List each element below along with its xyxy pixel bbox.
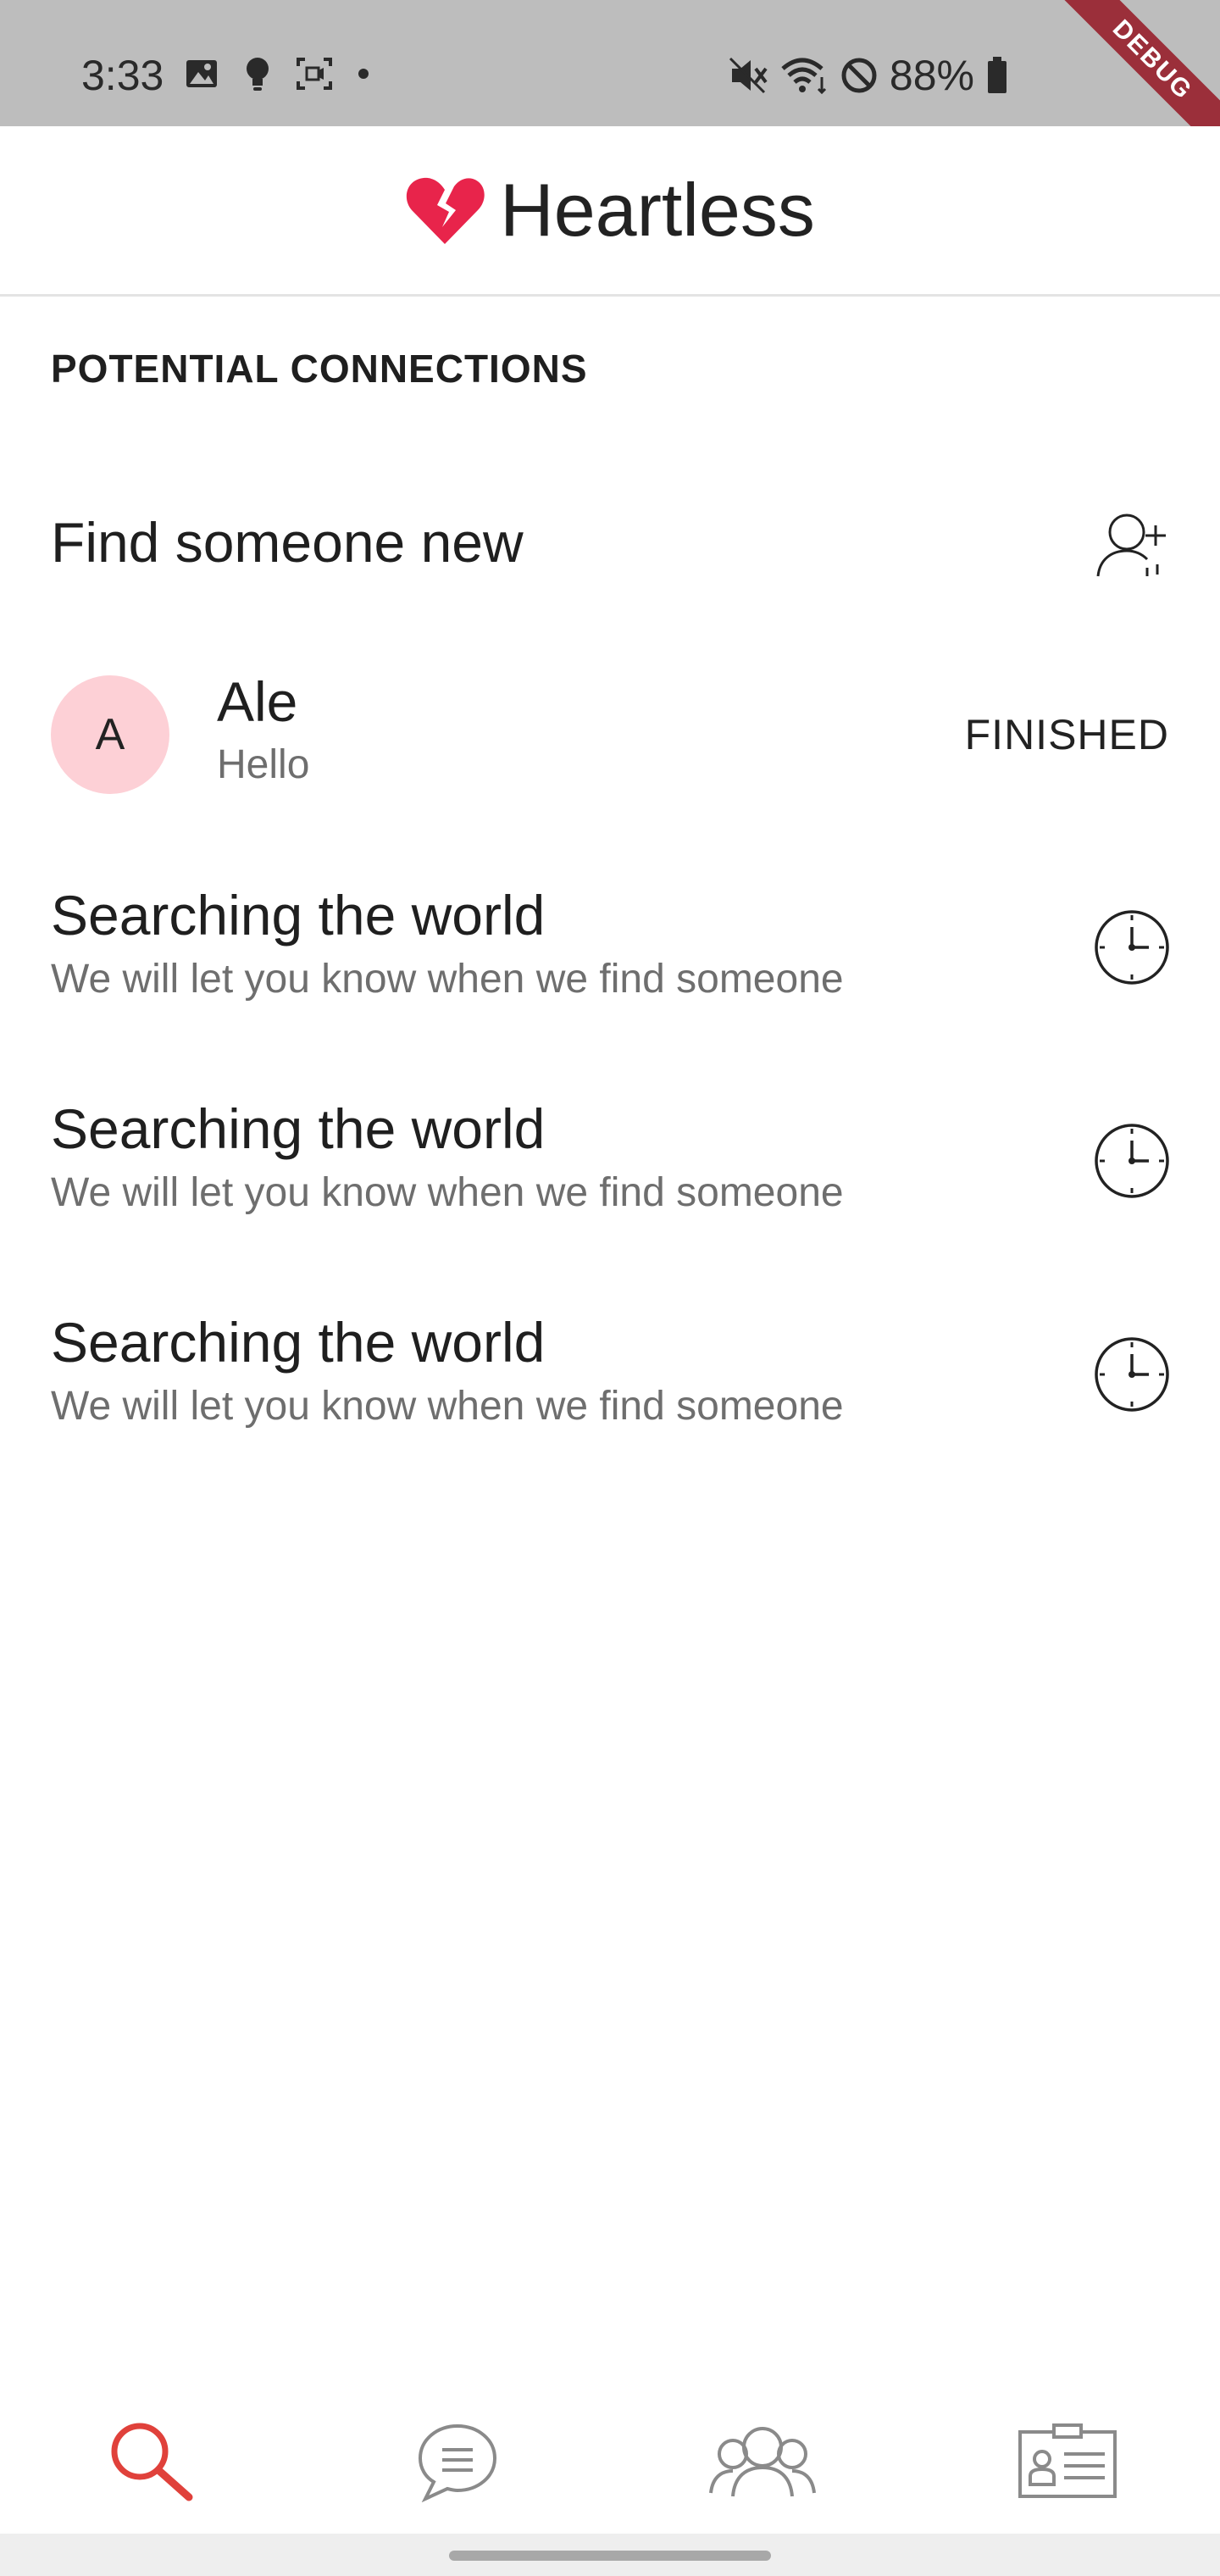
id-card-icon (1018, 2423, 1117, 2498)
connection-message: Hello (217, 742, 310, 787)
connection-row[interactable]: A Ale Hello FINISHED (0, 644, 1220, 830)
find-someone-label: Find someone new (51, 511, 524, 574)
clock-icon (1095, 1337, 1169, 1412)
status-time: 3:33 (81, 52, 164, 99)
nav-search[interactable] (76, 2407, 229, 2517)
home-indicator-area (0, 2534, 1220, 2576)
chat-icon (418, 2423, 497, 2502)
section-header: POTENTIAL CONNECTIONS (51, 347, 588, 391)
searching-row[interactable]: Searching the world We will let you know… (0, 1300, 1220, 1478)
bulb-icon (247, 58, 269, 91)
connection-name: Ale (217, 670, 298, 733)
searching-row[interactable]: Searching the world We will let you know… (0, 1086, 1220, 1264)
add-person-icon[interactable] (1095, 510, 1171, 578)
searching-row[interactable]: Searching the world We will let you know… (0, 873, 1220, 1051)
broken-heart-icon (406, 177, 485, 244)
app-title: Heartless (500, 168, 815, 252)
clock-icon (1095, 1124, 1169, 1198)
bottom-nav (0, 2373, 1220, 2534)
status-bar: 3:33 88% (0, 0, 1220, 126)
wifi-icon (781, 58, 826, 94)
searching-title: Searching the world (51, 884, 546, 947)
home-indicator[interactable] (449, 2551, 771, 2561)
app-bar: Heartless (0, 126, 1220, 297)
status-right: 88% (729, 51, 1008, 100)
do-not-disturb-icon (841, 58, 877, 93)
mute-icon (729, 57, 768, 94)
nav-chats[interactable] (381, 2407, 534, 2517)
dot-icon (358, 69, 369, 79)
avatar-letter: A (95, 710, 125, 759)
nav-connections[interactable] (686, 2407, 839, 2517)
nav-profile[interactable] (991, 2407, 1144, 2517)
screen-capture-icon (297, 58, 332, 90)
search-icon (111, 2423, 193, 2501)
status-left-icons (185, 56, 369, 92)
searching-subtitle: We will let you know when we find someon… (51, 1170, 844, 1215)
connection-status: FINISHED (964, 711, 1169, 758)
searching-title: Searching the world (51, 1311, 546, 1374)
searching-subtitle: We will let you know when we find someon… (51, 957, 844, 1002)
people-icon (709, 2427, 816, 2497)
battery-icon (988, 57, 1006, 93)
searching-title: Searching the world (51, 1097, 546, 1160)
avatar: A (51, 675, 169, 794)
find-someone-row[interactable]: Find someone new (0, 475, 1220, 610)
battery-percent: 88% (889, 52, 974, 99)
clock-icon (1095, 910, 1169, 985)
image-icon (186, 60, 217, 87)
searching-subtitle: We will let you know when we find someon… (51, 1384, 844, 1429)
